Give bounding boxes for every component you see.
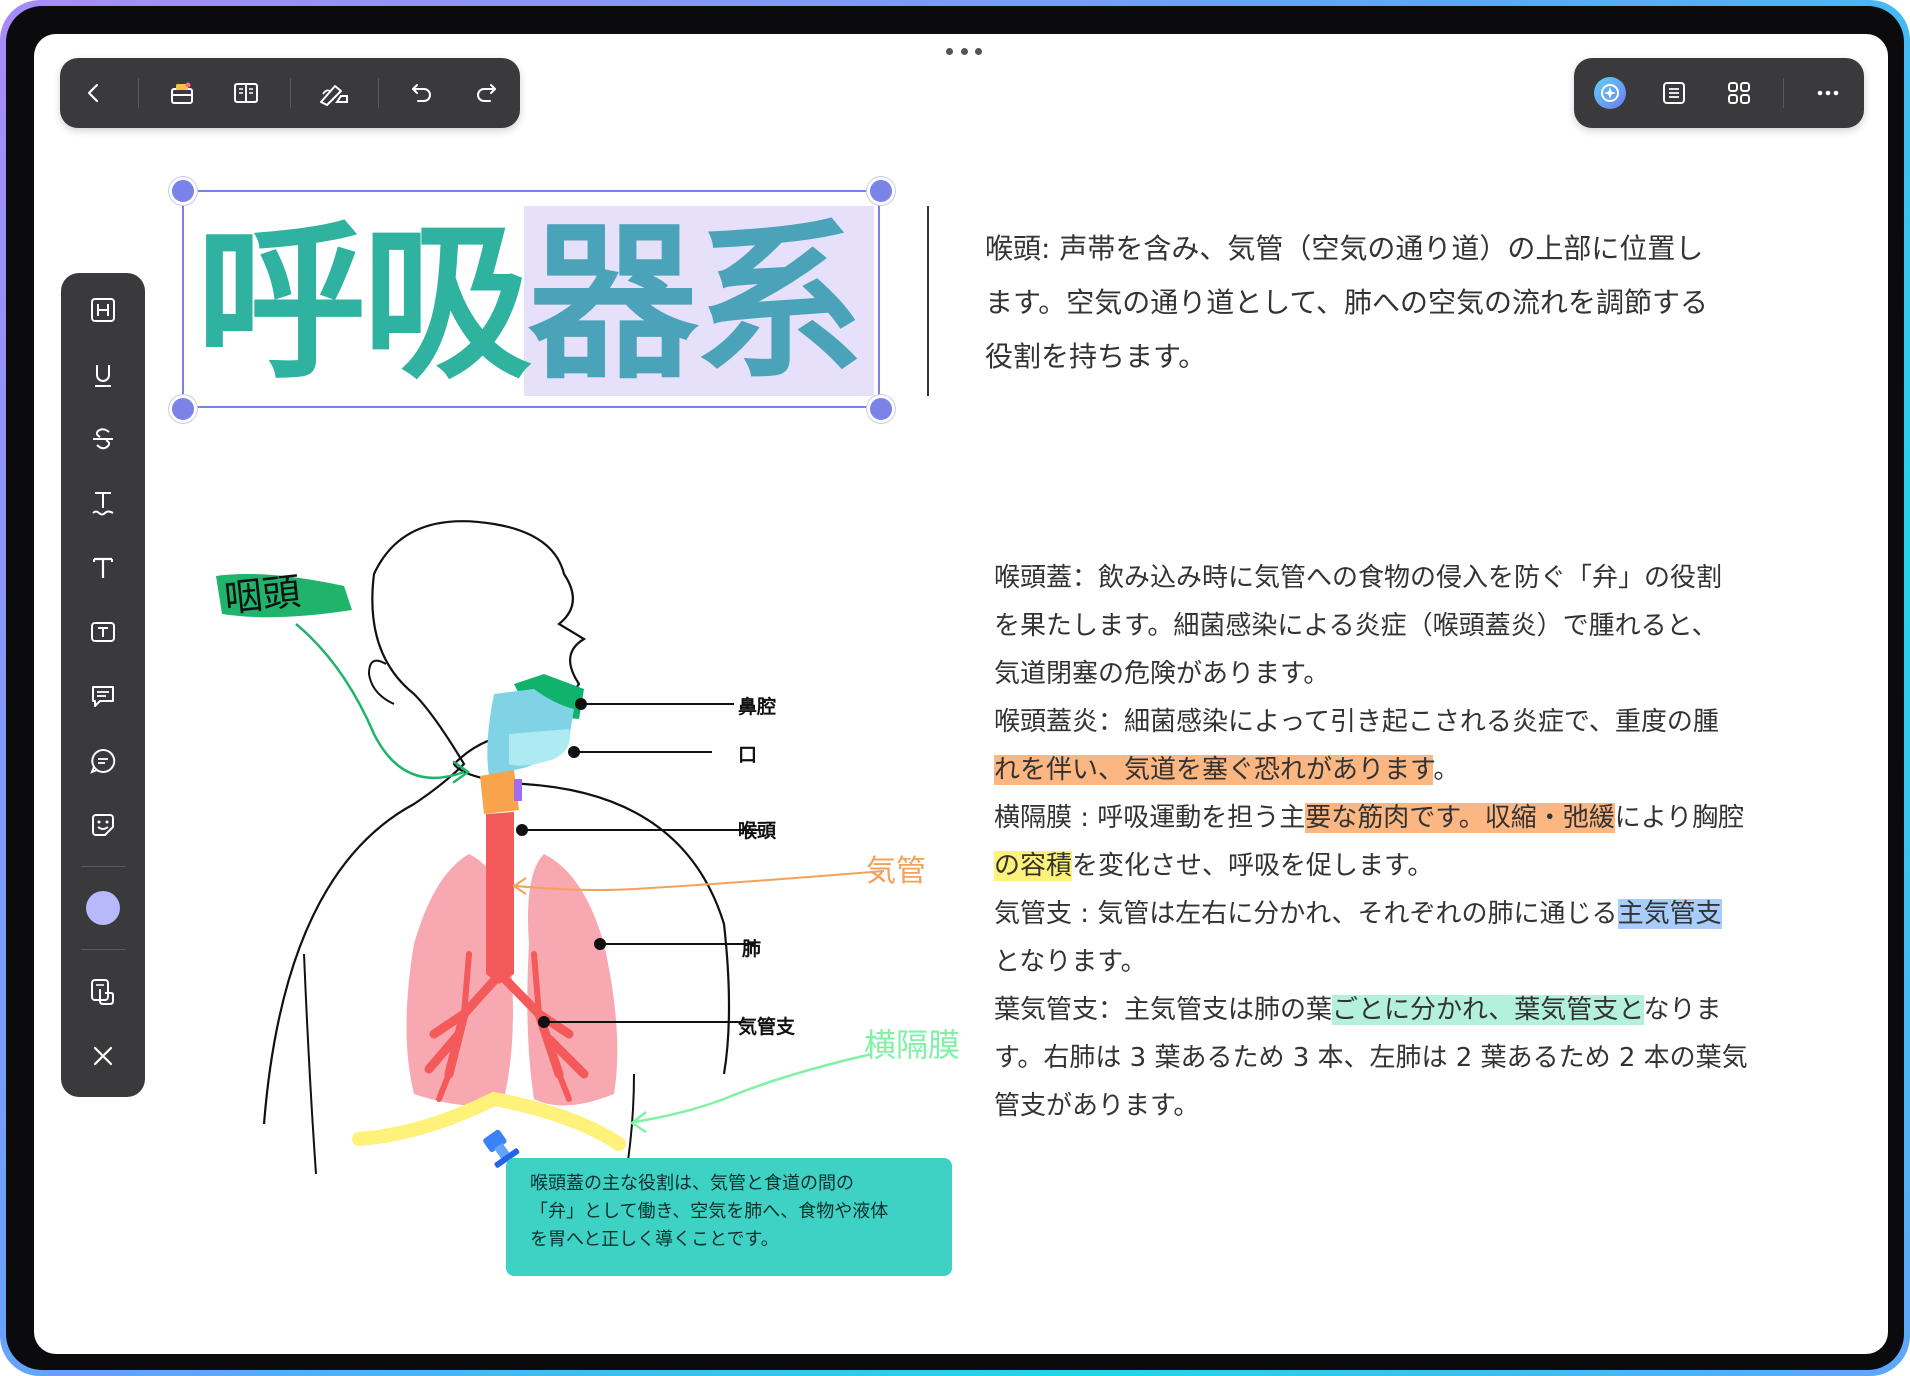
redo-icon[interactable] [466, 73, 506, 113]
text-run: 横隔膜 : 呼吸運動を担う主 [994, 803, 1306, 833]
handwritten-pharynx[interactable]: 咽頭 [221, 560, 302, 623]
device-frame: 呼吸器系 喉頭: 声帯を含み、気管（空気の通り道）の上部に位置し ます。空気の通… [0, 0, 1910, 1376]
diaphragm-arrow [633, 1052, 873, 1124]
selection-handle-bl[interactable] [169, 395, 197, 423]
toolbar-divider [1782, 78, 1784, 108]
text-run: なりま [1643, 995, 1722, 1025]
paragraph-line: 葉気管支：主気管支は肺の葉ごとに分かれ、葉気管支となりま [994, 986, 1834, 1034]
paragraph-line: 喉頭蓋炎：細菌感染によって引き起こされる炎症で、重度の腫 [994, 707, 1719, 737]
toolbar-divider [137, 78, 139, 108]
device-bezel: 呼吸器系 喉頭: 声帯を含み、気管（空気の通り道）の上部に位置し ます。空気の通… [6, 6, 1904, 1370]
paragraph-line: の容積を変化させ、呼吸を促します。 [994, 842, 1834, 890]
side-toolbar [61, 273, 145, 1097]
epiglottis-shape [514, 779, 522, 801]
note-line: を胃へと正しく導くことです。 [530, 1229, 779, 1250]
toolbar-divider [377, 78, 379, 108]
paragraph-line: 気管支 : 気管は左右に分かれ、それぞれの肺に通じる主気管支 [994, 890, 1834, 938]
selection-handle-tr[interactable] [867, 177, 895, 205]
right-toolbar [1574, 58, 1864, 128]
mouth-shape [509, 729, 570, 766]
larynx-shape [480, 770, 519, 814]
text-icon[interactable] [79, 544, 127, 590]
paragraph-line: 役割を持ちます。 [985, 340, 1207, 373]
heading-icon[interactable] [79, 287, 127, 333]
paragraph-line: す。右肺は 3 葉あるため 3 本、左肺は 2 葉あるため 2 本の葉気 [994, 1043, 1748, 1073]
screen: 呼吸器系 喉頭: 声帯を含み、気管（空気の通り道）の上部に位置し ます。空気の通… [34, 34, 1888, 1354]
book-icon[interactable] [226, 73, 266, 113]
highlight-blue[interactable]: 主気管支 [1617, 899, 1722, 929]
paragraph-line: となります。 [994, 947, 1147, 977]
text-run: を変化させ、呼吸を促します。 [1072, 851, 1434, 881]
paragraph-line: 管支があります。 [994, 1091, 1200, 1121]
label-nasal-cavity: 鼻腔 [738, 696, 777, 718]
paragraph-line: 喉頭: 声帯を含み、気管（空気の通り道）の上部に位置し [985, 232, 1704, 265]
hand-touch-icon[interactable] [79, 968, 127, 1014]
color-swatch[interactable] [79, 885, 127, 931]
grid-view-icon[interactable] [1719, 73, 1759, 113]
text-run: 。 [1433, 755, 1460, 785]
textbox-icon[interactable] [79, 609, 127, 655]
text-run: により胸腔 [1614, 803, 1745, 833]
paragraph-line: ます。空気の通り道として、肺への空気の流れを調節する [985, 286, 1708, 319]
selection-box[interactable] [182, 190, 880, 408]
toolbar-divider [289, 78, 291, 108]
back-icon[interactable] [74, 73, 114, 113]
pen-eraser-icon[interactable] [314, 73, 354, 113]
paragraph-larynx[interactable]: 喉頭: 声帯を含み、気管（空気の通り道）の上部に位置し ます。空気の通り道として… [985, 222, 1835, 384]
paragraph-details[interactable]: 喉頭蓋：飲み込み時に気管への食物の侵入を防ぐ「弁」の役割 を果たします。細菌感染… [994, 554, 1834, 1130]
strikethrough-icon[interactable] [79, 416, 127, 462]
paragraph-line: を果たします。細菌感染による炎症（喉頭蓋炎）で腫れると、 [994, 611, 1718, 641]
selection-handle-tl[interactable] [169, 177, 197, 205]
trachea-shape [486, 812, 514, 984]
paragraph-line: れを伴い、気道を塞ぐ恐れがあります。 [994, 746, 1834, 794]
top-toolbar [60, 58, 520, 128]
note-line: 喉頭蓋の主な役割は、気管と食道の間の [530, 1173, 854, 1194]
paragraph-line: 気道閉塞の危険があります。 [994, 659, 1330, 689]
toolbox-icon[interactable] [162, 73, 202, 113]
selection-handle-br[interactable] [867, 395, 895, 423]
side-divider [81, 949, 125, 951]
paragraph-line: 横隔膜 : 呼吸運動を担う主要な筋肉です。収縮・弛緩により胸腔 [994, 794, 1834, 842]
close-icon[interactable] [79, 1033, 127, 1079]
sticky-note[interactable]: 喉頭蓋の主な役割は、気管と食道の間の 「弁」として働き、空気を肺へ、食物や液体 … [506, 1158, 952, 1276]
label-larynx: 喉頭 [738, 820, 777, 842]
side-divider [81, 866, 125, 868]
torso-left [303, 953, 317, 1175]
ai-assistant-icon[interactable] [1590, 73, 1630, 113]
highlight-mint[interactable]: ごとに分かれ、葉気管支と [1332, 995, 1644, 1025]
label-bronchus: 気管支 [738, 1016, 796, 1038]
outline-list-icon[interactable] [1654, 73, 1694, 113]
comment-icon[interactable] [79, 673, 127, 719]
multitask-dots[interactable] [946, 44, 982, 58]
text-squiggle-icon[interactable] [79, 480, 127, 526]
label-lung: 肺 [742, 938, 762, 960]
undo-icon[interactable] [402, 73, 442, 113]
paragraph-line: 喉頭蓋：飲み込み時に気管への食物の侵入を防ぐ「弁」の役割 [994, 563, 1723, 593]
handwritten-trachea[interactable]: 気管 [866, 846, 926, 890]
label-mouth: 口 [738, 744, 758, 766]
highlight-orange[interactable]: れを伴い、気道を塞ぐ恐れがあります [994, 755, 1434, 785]
sticker-icon[interactable] [79, 802, 127, 848]
note-line: 「弁」として働き、空気を肺へ、食物や液体 [530, 1201, 889, 1222]
text-run: 葉気管支：主気管支は肺の葉 [994, 995, 1333, 1025]
more-icon[interactable] [1808, 73, 1848, 113]
handwritten-diaphragm[interactable]: 横隔膜 [864, 1020, 960, 1066]
highlight-orange[interactable]: 要な筋肉です。収縮・弛緩 [1305, 803, 1615, 833]
text-run: 気管支 : 気管は左右に分かれ、それぞれの肺に通じる [994, 899, 1618, 929]
text-cursor-divider [927, 206, 929, 396]
underline-icon[interactable] [79, 351, 127, 397]
chat-icon[interactable] [79, 737, 127, 783]
